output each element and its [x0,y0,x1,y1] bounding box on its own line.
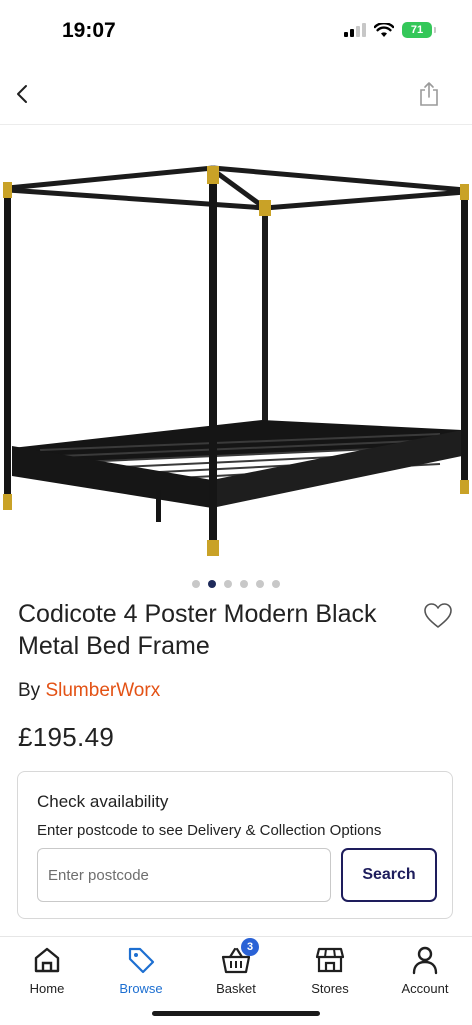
cellular-signal-icon [344,23,366,37]
tab-account[interactable]: Account [385,943,465,999]
carousel-dot-active[interactable] [208,580,216,588]
product-title: Codicote 4 Poster Modern Black Metal Bed… [18,600,377,660]
availability-heading: Check availability [37,792,169,811]
account-icon [408,943,442,977]
heart-icon [424,603,452,628]
tag-icon [124,943,158,977]
tab-label: Browse [119,981,163,996]
chevron-left-icon [17,85,27,103]
tab-browse[interactable]: Browse [101,943,181,999]
tab-home[interactable]: Home [7,943,87,999]
postcode-input[interactable] [37,848,331,902]
product-price: £195.49 [18,722,115,752]
brand-link[interactable]: SlumberWorx [45,680,160,701]
basket-icon: 3 [219,938,259,977]
store-icon [313,943,347,977]
by-label: By [18,680,41,701]
brand-line: By SlumberWorx [18,680,160,702]
status-time: 19:07 [62,19,116,42]
share-icon [420,82,438,106]
image-carousel-dots[interactable] [0,580,472,588]
carousel-dot[interactable] [272,580,280,588]
carousel-dot[interactable] [256,580,264,588]
status-icons: 71 [344,22,436,38]
back-button[interactable] [8,78,36,110]
search-button[interactable]: Search [341,848,437,902]
home-icon [30,943,64,977]
carousel-dot[interactable] [192,580,200,588]
availability-card: Check availability Enter postcode to see… [17,771,453,919]
carousel-dot[interactable] [240,580,248,588]
availability-subtext: Enter postcode to see Delivery & Collect… [37,822,382,839]
status-bar: 19:07 71 [0,0,472,64]
tab-stores[interactable]: Stores [290,943,370,999]
battery-icon: 71 [402,22,436,38]
wifi-icon [374,22,394,37]
battery-level: 71 [410,24,424,36]
tab-basket[interactable]: 3 Basket [196,938,276,999]
wishlist-button[interactable] [421,600,455,632]
tab-label: Account [401,981,449,996]
tab-label: Home [29,981,65,996]
bed-frame-image [3,165,469,556]
nav-bar [0,64,472,125]
share-button[interactable] [416,78,442,110]
carousel-dot[interactable] [224,580,232,588]
tab-bar: Home Browse 3 Basket Stores Account [0,936,472,1025]
home-indicator [152,1011,320,1016]
tab-label: Stores [311,981,349,996]
basket-count-badge: 3 [241,938,259,956]
tab-label: Basket [216,981,256,996]
product-image[interactable] [0,130,472,570]
